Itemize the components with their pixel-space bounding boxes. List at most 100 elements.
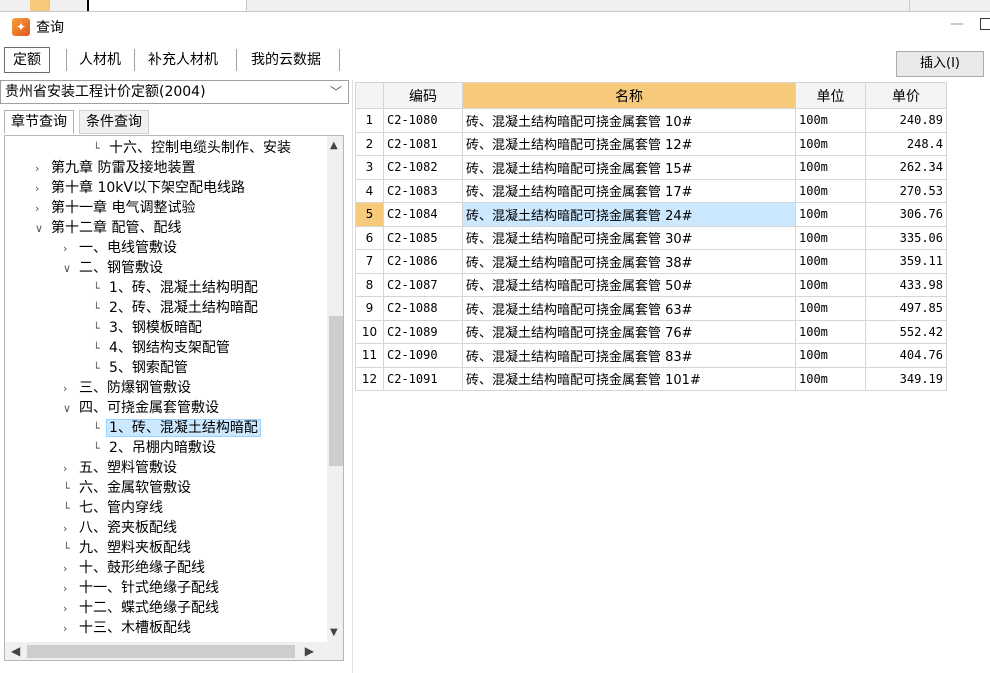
cell-code[interactable]: C2-1087 (383, 272, 463, 297)
tree-item[interactable]: └ 5、钢索配管 (93, 358, 190, 378)
chevron-right-icon[interactable]: › (63, 459, 77, 479)
cell-name[interactable]: 砖、混凝土结构暗配可挠金属套管 83# (462, 343, 796, 368)
scroll-thumb[interactable] (27, 645, 295, 658)
cell-code[interactable]: C2-1088 (383, 296, 463, 321)
chevron-down-icon[interactable]: ∨ (35, 219, 49, 239)
scroll-thumb[interactable] (329, 316, 343, 466)
row-number[interactable]: 1 (355, 108, 384, 133)
scroll-right-icon[interactable]: ▶ (305, 644, 314, 658)
header-price[interactable]: 单价 (865, 82, 947, 109)
table-row[interactable]: 6 C2-1085 砖、混凝土结构暗配可挠金属套管 30# 100m 335.06 (355, 225, 947, 250)
tree-item[interactable]: › 十三、木槽板配线 (63, 618, 193, 638)
row-number[interactable]: 12 (355, 366, 384, 391)
cell-unit[interactable]: 100m (795, 366, 866, 391)
row-number[interactable]: 5 (355, 202, 384, 227)
cell-price[interactable]: 270.53 (865, 178, 947, 203)
tree-item[interactable]: └ 3、钢模板暗配 (93, 318, 204, 338)
cell-unit[interactable]: 100m (795, 272, 866, 297)
tree-item[interactable]: └ 2、吊棚内暗敷设 (93, 438, 218, 458)
cell-price[interactable]: 240.89 (865, 108, 947, 133)
chevron-right-icon[interactable]: › (63, 599, 77, 619)
cell-code[interactable]: C2-1084 (383, 202, 463, 227)
tree-item[interactable]: › 三、防爆钢管敷设 (63, 378, 193, 398)
cell-name[interactable]: 砖、混凝土结构暗配可挠金属套管 12# (462, 131, 796, 156)
tree-item[interactable]: └ 1、砖、混凝土结构明配 (93, 278, 260, 298)
tree-item[interactable]: └ 4、钢结构支架配管 (93, 338, 232, 358)
chevron-down-icon[interactable]: ﹀ (330, 81, 342, 103)
tree-vertical-scrollbar[interactable]: ▲ ▼ (327, 136, 343, 642)
tree-item[interactable]: › 一、电线管敷设 (63, 238, 179, 258)
insert-button[interactable]: 插入(I) (896, 51, 984, 77)
cell-unit[interactable]: 100m (795, 131, 866, 156)
table-row[interactable]: 3 C2-1082 砖、混凝土结构暗配可挠金属套管 15# 100m 262.34 (355, 155, 947, 180)
table-row[interactable]: 9 C2-1088 砖、混凝土结构暗配可挠金属套管 63# 100m 497.85 (355, 296, 947, 321)
tree-item[interactable]: › 第十章 10kV以下架空配电线路 (35, 178, 247, 198)
tree-item[interactable]: › 十一、针式绝缘子配线 (63, 578, 221, 598)
cell-code[interactable]: C2-1081 (383, 131, 463, 156)
table-row[interactable]: 7 C2-1086 砖、混凝土结构暗配可挠金属套管 38# 100m 359.11 (355, 249, 947, 274)
cell-unit[interactable]: 100m (795, 108, 866, 133)
cell-name[interactable]: 砖、混凝土结构暗配可挠金属套管 76# (462, 319, 796, 344)
minimize-icon[interactable]: — (950, 16, 964, 32)
cell-price[interactable]: 552.42 (865, 319, 947, 344)
cell-unit[interactable]: 100m (795, 249, 866, 274)
chevron-right-icon[interactable]: › (35, 199, 49, 219)
tree-item[interactable]: └ 1、砖、混凝土结构暗配 (93, 418, 261, 438)
cell-code[interactable]: C2-1080 (383, 108, 463, 133)
chevron-right-icon[interactable]: › (63, 379, 77, 399)
chevron-right-icon[interactable]: › (63, 519, 77, 539)
cell-price[interactable]: 349.19 (865, 366, 947, 391)
cell-code[interactable]: C2-1085 (383, 225, 463, 250)
quota-library-select[interactable]: 贵州省安装工程计价定额(2004) ﹀ (0, 80, 349, 104)
cell-name[interactable]: 砖、混凝土结构暗配可挠金属套管 24# (462, 202, 796, 227)
cell-code[interactable]: C2-1086 (383, 249, 463, 274)
tree-item[interactable]: ∨ 四、可挠金属套管敷设 (63, 398, 221, 418)
cell-code[interactable]: C2-1083 (383, 178, 463, 203)
cell-price[interactable]: 404.76 (865, 343, 947, 368)
row-number[interactable]: 2 (355, 131, 384, 156)
cell-unit[interactable]: 100m (795, 178, 866, 203)
table-row[interactable]: 1 C2-1080 砖、混凝土结构暗配可挠金属套管 10# 100m 240.89 (355, 108, 947, 133)
cell-code[interactable]: C2-1090 (383, 343, 463, 368)
chevron-right-icon[interactable]: › (63, 619, 77, 639)
row-number[interactable]: 9 (355, 296, 384, 321)
tree-horizontal-scrollbar[interactable]: ◀ ▶ (5, 642, 343, 660)
chevron-right-icon[interactable]: › (63, 579, 77, 599)
table-row[interactable]: 8 C2-1087 砖、混凝土结构暗配可挠金属套管 50# 100m 433.98 (355, 272, 947, 297)
tree-item[interactable]: └ 七、管内穿线 (63, 498, 165, 518)
cell-name[interactable]: 砖、混凝土结构暗配可挠金属套管 15# (462, 155, 796, 180)
table-row[interactable]: 5 C2-1084 砖、混凝土结构暗配可挠金属套管 24# 100m 306.76 (355, 202, 947, 227)
tree-item[interactable]: › 五、塑料管敷设 (63, 458, 179, 478)
chevron-right-icon[interactable]: › (63, 239, 77, 259)
cell-name[interactable]: 砖、混凝土结构暗配可挠金属套管 10# (462, 108, 796, 133)
cell-unit[interactable]: 100m (795, 343, 866, 368)
tab-cloud-data[interactable]: 我的云数据 (242, 47, 330, 73)
table-row[interactable]: 4 C2-1083 砖、混凝土结构暗配可挠金属套管 17# 100m 270.53 (355, 178, 947, 203)
table-row[interactable]: 2 C2-1081 砖、混凝土结构暗配可挠金属套管 12# 100m 248.4 (355, 131, 947, 156)
cell-name[interactable]: 砖、混凝土结构暗配可挠金属套管 63# (462, 296, 796, 321)
tree-item[interactable]: └ 十六、控制电缆头制作、安装 (93, 138, 293, 158)
tree-item[interactable]: ∨ 二、钢管敷设 (63, 258, 165, 278)
tree-item[interactable]: └ 2、砖、混凝土结构暗配 (93, 298, 260, 318)
cell-price[interactable]: 335.06 (865, 225, 947, 250)
table-row[interactable]: 10 C2-1089 砖、混凝土结构暗配可挠金属套管 76# 100m 552.42 (355, 319, 947, 344)
cell-price[interactable]: 359.11 (865, 249, 947, 274)
maximize-icon[interactable] (980, 18, 990, 30)
tree-item[interactable]: ∨ 第十二章 配管、配线 (35, 218, 183, 238)
cell-price[interactable]: 433.98 (865, 272, 947, 297)
subtab-chapter-query[interactable]: 章节查询 (4, 110, 74, 134)
row-number[interactable]: 6 (355, 225, 384, 250)
cell-price[interactable]: 248.4 (865, 131, 947, 156)
row-number[interactable]: 4 (355, 178, 384, 203)
tree-item[interactable]: └ 六、金属软管敷设 (63, 478, 193, 498)
cell-name[interactable]: 砖、混凝土结构暗配可挠金属套管 50# (462, 272, 796, 297)
subtab-condition-query[interactable]: 条件查询 (79, 110, 149, 134)
chevron-right-icon[interactable]: › (35, 159, 49, 179)
table-row[interactable]: 12 C2-1091 砖、混凝土结构暗配可挠金属套管 101# 100m 349.19 (355, 366, 947, 391)
row-number[interactable]: 10 (355, 319, 384, 344)
header-unit[interactable]: 单位 (795, 82, 866, 109)
tree-item[interactable]: › 第九章 防雷及接地装置 (35, 158, 197, 178)
cell-unit[interactable]: 100m (795, 202, 866, 227)
cell-price[interactable]: 262.34 (865, 155, 947, 180)
cell-unit[interactable]: 100m (795, 296, 866, 321)
